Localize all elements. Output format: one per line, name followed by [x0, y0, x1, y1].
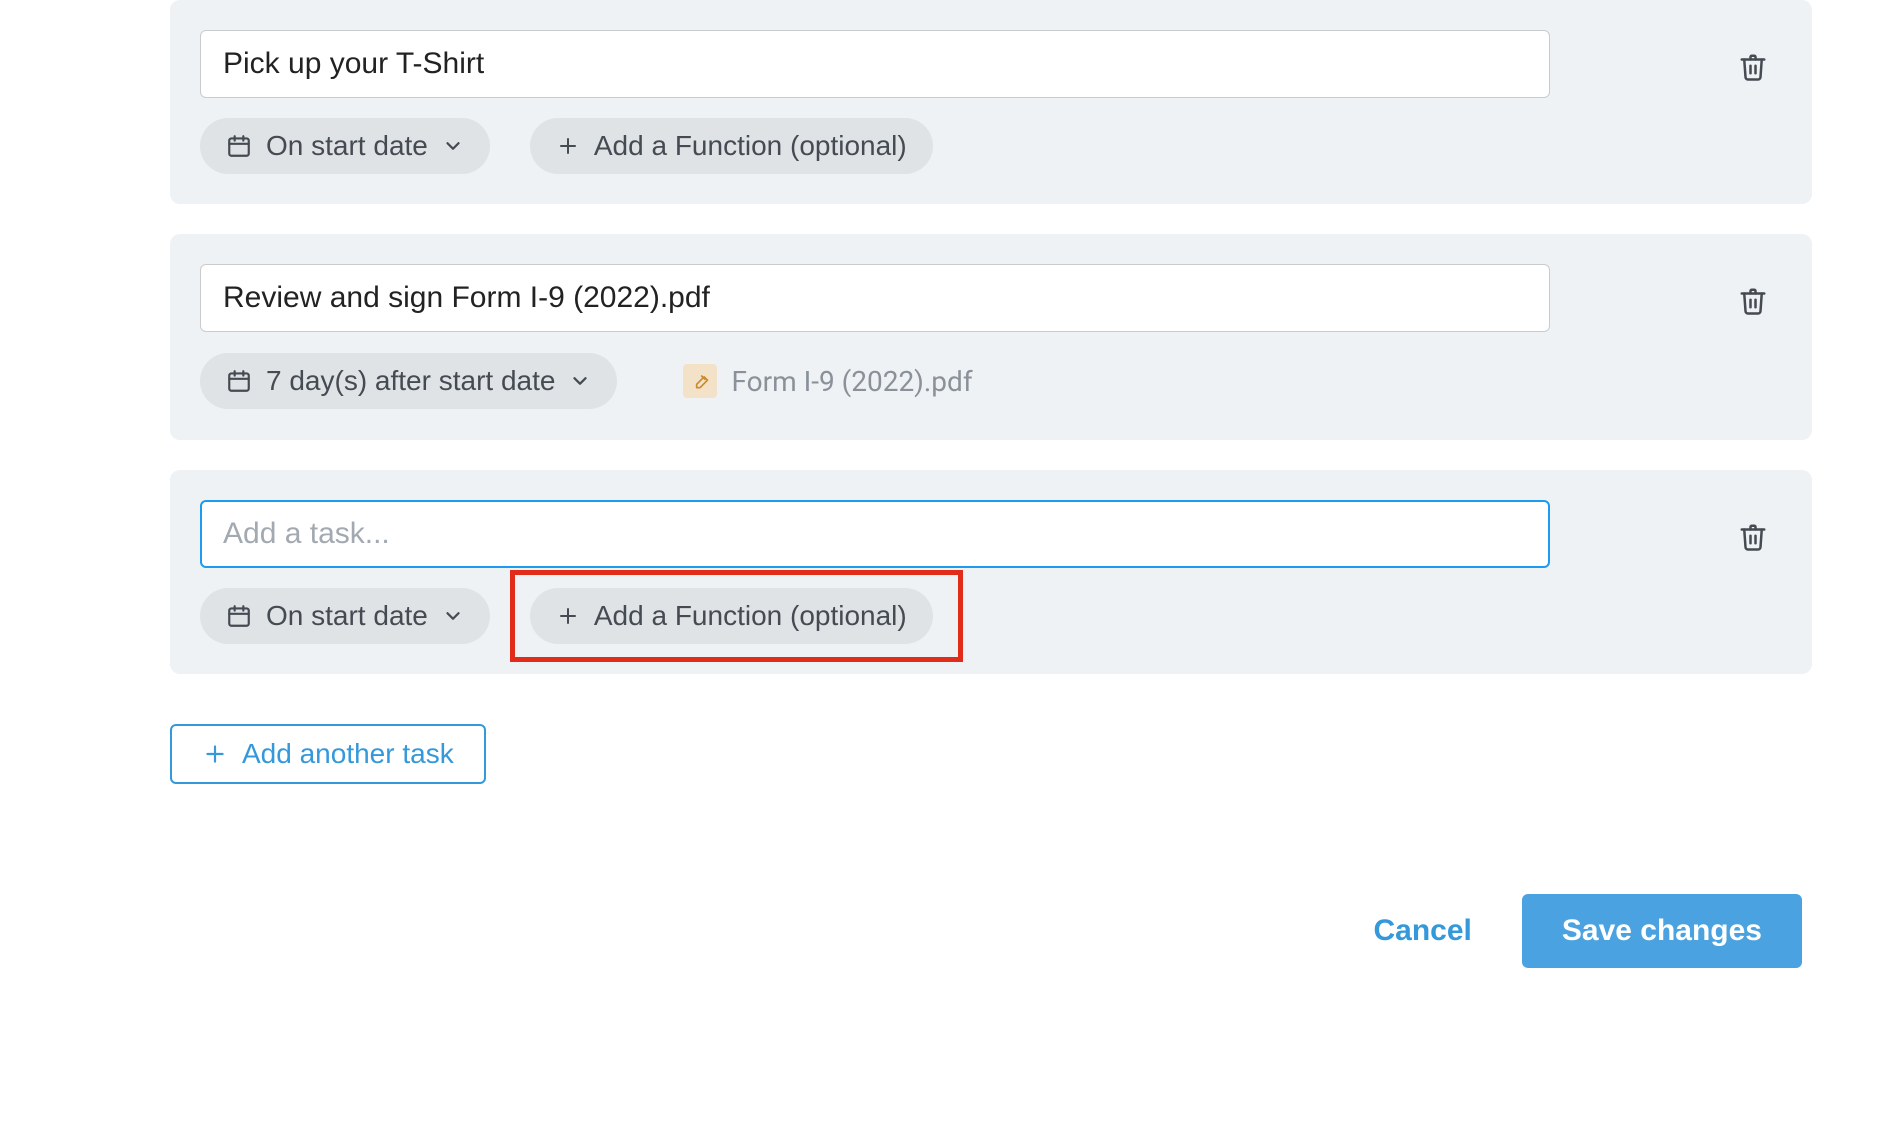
due-date-pill[interactable]: On start date: [200, 118, 490, 174]
task-title-input[interactable]: [200, 264, 1550, 332]
chevron-down-icon: [442, 605, 464, 627]
due-date-label: On start date: [266, 600, 428, 632]
task-title-input[interactable]: [200, 500, 1550, 568]
plus-icon: [556, 604, 580, 628]
pen-sign-icon: [683, 364, 717, 398]
task-card: On start date Add a Function (optional): [170, 470, 1812, 674]
trash-icon: [1738, 52, 1768, 82]
plus-icon: [202, 741, 228, 767]
add-function-pill[interactable]: Add a Function (optional): [530, 588, 933, 644]
trash-icon: [1738, 522, 1768, 552]
add-function-pill[interactable]: Add a Function (optional): [530, 118, 933, 174]
plus-icon: [556, 134, 580, 158]
attachment-label: Form I-9 (2022).pdf: [731, 365, 972, 398]
chevron-down-icon: [569, 370, 591, 392]
add-task-label: Add another task: [242, 738, 454, 770]
footer-actions: Cancel Save changes: [170, 894, 1812, 968]
due-date-label: On start date: [266, 130, 428, 162]
calendar-icon: [226, 603, 252, 629]
chevron-down-icon: [442, 135, 464, 157]
due-date-pill[interactable]: 7 day(s) after start date: [200, 353, 617, 409]
trash-icon: [1738, 286, 1768, 316]
add-function-label: Add a Function (optional): [594, 600, 907, 632]
delete-task-button[interactable]: [1734, 48, 1772, 89]
due-date-pill[interactable]: On start date: [200, 588, 490, 644]
delete-task-button[interactable]: [1734, 282, 1772, 323]
calendar-icon: [226, 133, 252, 159]
delete-task-button[interactable]: [1734, 518, 1772, 559]
attachment-pill: Form I-9 (2022).pdf: [657, 352, 998, 410]
add-function-label: Add a Function (optional): [594, 130, 907, 162]
task-card: 7 day(s) after start date Form I-9 (2022…: [170, 234, 1812, 440]
cancel-button[interactable]: Cancel: [1373, 914, 1471, 948]
task-title-input[interactable]: [200, 30, 1550, 98]
add-another-task-button[interactable]: Add another task: [170, 724, 486, 784]
due-date-label: 7 day(s) after start date: [266, 365, 555, 397]
task-card: On start date Add a Function (optional): [170, 0, 1812, 204]
save-changes-button[interactable]: Save changes: [1522, 894, 1802, 968]
calendar-icon: [226, 368, 252, 394]
